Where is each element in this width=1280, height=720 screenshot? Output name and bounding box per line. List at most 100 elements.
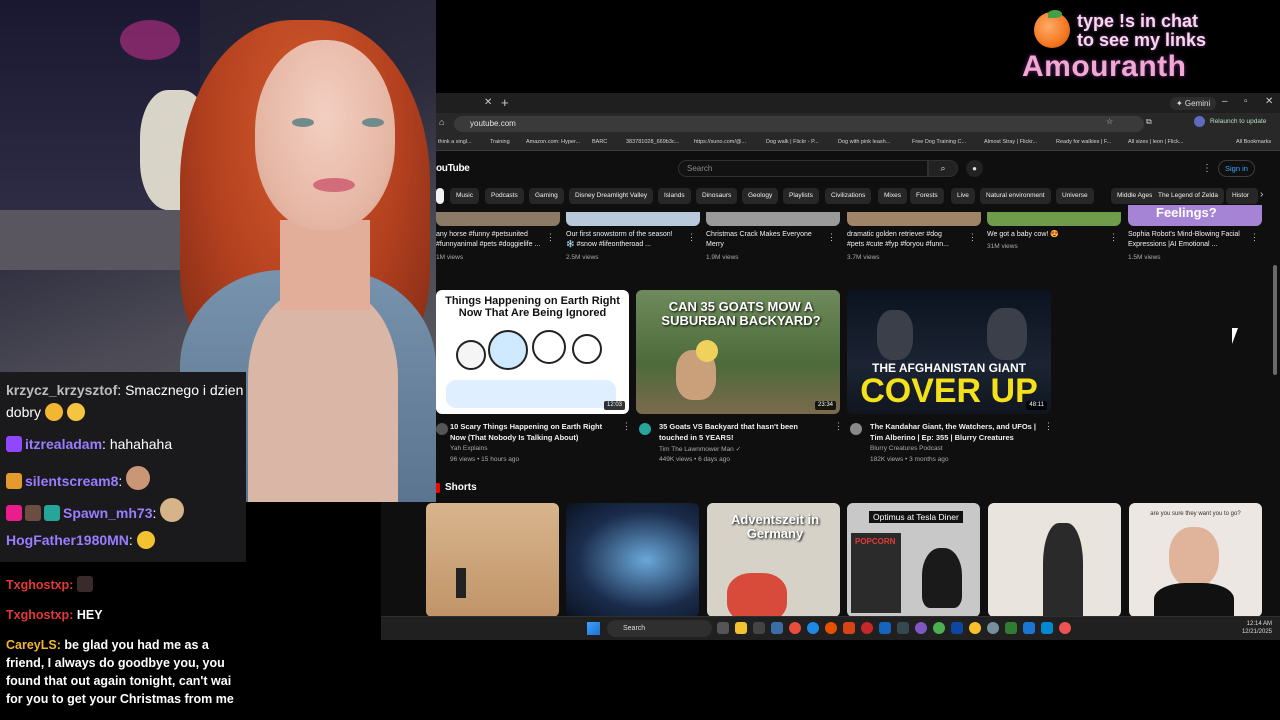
- bookmark-item[interactable]: Ready for walkies | F...: [1056, 139, 1111, 145]
- channel-avatar[interactable]: [436, 423, 448, 435]
- chip[interactable]: Forests: [910, 188, 944, 204]
- chrome-icon[interactable]: [1059, 622, 1071, 634]
- video-thumbnail[interactable]: THE AFGHANISTAN GIANT COVER UP 48:11: [847, 290, 1051, 414]
- chip[interactable]: Islands: [658, 188, 691, 204]
- bookmark-item[interactable]: Almost Stray | Flickr...: [984, 139, 1037, 145]
- bookmark-item[interactable]: https://suno.com/@...: [694, 139, 746, 145]
- chat-username[interactable]: CareyLS: [6, 638, 57, 652]
- chip[interactable]: Disney Dreamlight Valley: [569, 188, 654, 204]
- channel-name[interactable]: Tim The Lawnmower Man ✓: [659, 445, 741, 453]
- bookmark-item[interactable]: Dog walk | Flickr - P...: [766, 139, 819, 145]
- youtube-logo[interactable]: ouTube: [436, 163, 470, 174]
- video-thumbnail[interactable]: CAN 35 GOATS MOW A SUBURBAN BACKYARD? 23…: [636, 290, 840, 414]
- chat-username[interactable]: silentscream8: [25, 473, 118, 489]
- video-title[interactable]: We got a baby cow! 😍: [987, 230, 1099, 240]
- video-title[interactable]: 35 Goats VS Backyard that hasn't been to…: [659, 421, 829, 443]
- video-thumbnail[interactable]: Things Happening on Earth Right Now That…: [436, 290, 629, 414]
- chip[interactable]: Civilizations: [825, 188, 872, 204]
- video-title[interactable]: any horse #funny #petsunited #funnyanima…: [436, 230, 548, 250]
- chevron-right-icon[interactable]: ›: [1260, 189, 1263, 200]
- more-options-icon[interactable]: ⋮: [622, 421, 631, 432]
- close-window-icon[interactable]: ✕: [1265, 96, 1273, 107]
- more-options-icon[interactable]: ⋮: [687, 232, 696, 243]
- short-thumbnail[interactable]: [426, 503, 559, 617]
- video-title[interactable]: Christmas Crack Makes Everyone Merry: [706, 230, 818, 250]
- chat-username[interactable]: Txghostxp: [6, 608, 69, 622]
- channel-name[interactable]: Yah Explains: [450, 445, 487, 452]
- video-title[interactable]: The Kandahar Giant, the Watchers, and UF…: [870, 421, 1040, 443]
- chrome-icon[interactable]: [789, 622, 801, 634]
- bookmark-item[interactable]: All Bookmarks: [1236, 139, 1271, 145]
- chip[interactable]: Histor: [1226, 188, 1258, 204]
- app-icon[interactable]: [861, 622, 873, 634]
- edge-icon[interactable]: [807, 622, 819, 634]
- video-title[interactable]: Our first snowstorm of the season! ❄️ #s…: [566, 230, 678, 250]
- chat-username[interactable]: Spawn_mh73: [63, 505, 152, 521]
- bookmark-item[interactable]: BARC: [592, 139, 607, 145]
- search-input[interactable]: Search: [678, 160, 928, 177]
- video-title[interactable]: 10 Scary Things Happening on Earth Right…: [450, 421, 620, 443]
- new-tab-icon[interactable]: +: [501, 95, 509, 110]
- microphone-icon[interactable]: ●: [966, 160, 983, 177]
- profile-avatar[interactable]: [1194, 116, 1205, 127]
- taskbar-search[interactable]: Search: [607, 620, 712, 637]
- chrome-icon[interactable]: [969, 622, 981, 634]
- short-thumbnail[interactable]: are you sure they want you to go?: [1129, 503, 1262, 617]
- extensions-icon[interactable]: ⧉: [1146, 117, 1152, 127]
- bookmark-item[interactable]: Training: [490, 139, 510, 145]
- more-options-icon[interactable]: ⋮: [834, 421, 843, 432]
- chat-username[interactable]: HogFather1980MN: [6, 532, 129, 548]
- gemini-button[interactable]: ✦ Gemini: [1170, 97, 1217, 110]
- app-icon[interactable]: [1005, 622, 1017, 634]
- relaunch-button[interactable]: Relaunch to update: [1210, 118, 1266, 125]
- app-icon[interactable]: [915, 622, 927, 634]
- chip[interactable]: Natural environment: [980, 188, 1051, 204]
- channel-avatar[interactable]: [639, 423, 651, 435]
- bookmark-item[interactable]: Free Dog Training C...: [912, 139, 966, 145]
- address-bar[interactable]: youtube.com: [454, 116, 1144, 132]
- chip[interactable]: Universe: [1056, 188, 1094, 204]
- chat-username[interactable]: Txghostxp: [6, 578, 69, 592]
- settings-icon[interactable]: [987, 622, 999, 634]
- system-clock[interactable]: 12:14 AM 12/21/2025: [1242, 620, 1272, 636]
- chip[interactable]: Gaming: [529, 188, 564, 204]
- channel-name[interactable]: Blurry Creatures Podcast: [870, 445, 943, 452]
- app-icon[interactable]: [753, 622, 765, 634]
- more-options-icon[interactable]: ⋮: [546, 232, 555, 243]
- video-thumbnail[interactable]: [847, 212, 981, 226]
- bookmark-item[interactable]: Amazon.com: Hyper...: [526, 139, 580, 145]
- video-thumbnail[interactable]: [436, 212, 560, 226]
- maximize-icon[interactable]: ▫: [1244, 96, 1248, 107]
- more-options-icon[interactable]: ⋮: [827, 232, 836, 243]
- minimize-icon[interactable]: –: [1222, 96, 1228, 107]
- app-icon[interactable]: [771, 622, 783, 634]
- chip[interactable]: Geology: [742, 188, 779, 204]
- scrollbar[interactable]: [1273, 265, 1277, 375]
- chip[interactable]: The Legend of Zelda: [1152, 188, 1224, 204]
- short-thumbnail[interactable]: [566, 503, 699, 617]
- chip[interactable]: Playlists: [783, 188, 819, 204]
- star-icon[interactable]: ☆: [1106, 117, 1113, 126]
- video-thumbnail[interactable]: [566, 212, 700, 226]
- bookmark-item[interactable]: 383781028_669b3c...: [626, 139, 679, 145]
- more-options-icon[interactable]: ⋮: [1202, 163, 1212, 174]
- windows-start-icon[interactable]: [587, 622, 600, 635]
- chat-username[interactable]: itzrealadam: [25, 436, 102, 452]
- close-tab-icon[interactable]: ✕: [484, 97, 492, 108]
- chip[interactable]: Mixes: [878, 188, 907, 204]
- app-icon[interactable]: [1041, 622, 1053, 634]
- channel-avatar[interactable]: [850, 423, 862, 435]
- more-options-icon[interactable]: ⋮: [1109, 232, 1118, 243]
- app-icon[interactable]: [933, 622, 945, 634]
- chat-username[interactable]: krzycz_krzysztof: [6, 382, 117, 398]
- firefox-icon[interactable]: [825, 622, 837, 634]
- search-icon[interactable]: ⌕: [928, 160, 958, 177]
- short-thumbnail[interactable]: Optimus at Tesla Diner POPCORN: [847, 503, 980, 617]
- steam-icon[interactable]: [897, 622, 909, 634]
- more-options-icon[interactable]: ⋮: [1250, 232, 1259, 243]
- bookmark-item[interactable]: think a singl...: [438, 139, 472, 145]
- bookmark-item[interactable]: All sizes | leon | Flick...: [1128, 139, 1183, 145]
- photoshop-icon[interactable]: [951, 622, 963, 634]
- app-icon[interactable]: [879, 622, 891, 634]
- app-icon[interactable]: [1023, 622, 1035, 634]
